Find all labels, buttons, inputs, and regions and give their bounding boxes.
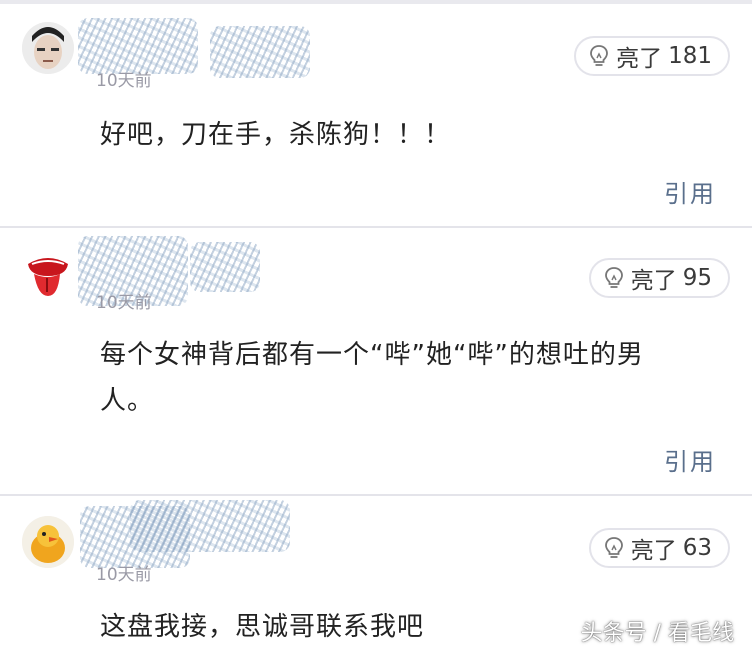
comment-time: 10天前	[96, 565, 152, 585]
comment-text: 好吧，刀在手，杀陈狗！！！	[100, 120, 452, 150]
blurred-username	[210, 26, 310, 78]
like-label: 亮了	[630, 538, 677, 564]
blurred-username	[190, 242, 260, 292]
comment-time: 10天前	[96, 71, 152, 91]
lightbulb-icon	[604, 537, 623, 558]
user-avatar[interactable]	[22, 22, 74, 74]
like-label: 亮了	[616, 46, 663, 72]
comment-time: 10天前	[96, 293, 152, 313]
comment-item: 10天前 亮了 181 好吧，刀在手，杀陈狗！！！ 引用	[0, 4, 752, 226]
male-face-avatar-icon	[22, 22, 74, 74]
comment-text: 每个女神背后都有一个“哔”她“哔”的想吐的男人。	[100, 340, 644, 416]
like-button[interactable]: 亮了 63	[588, 528, 730, 568]
like-count: 181	[668, 43, 712, 69]
watermark: 头条号 / 看毛线	[580, 621, 734, 646]
comment-item: 10天前 亮了 95 每个女神背后都有一个“哔”她“哔”的想吐的男人。 引用	[0, 228, 752, 494]
like-button[interactable]: 亮了 181	[574, 36, 730, 76]
orange-duck-avatar-icon	[22, 516, 74, 568]
like-count: 95	[682, 265, 712, 291]
lightbulb-icon	[590, 45, 608, 66]
lightbulb-icon	[604, 267, 623, 288]
like-button[interactable]: 亮了 95	[588, 258, 730, 298]
like-label: 亮了	[630, 268, 677, 294]
quote-button[interactable]: 引用	[664, 174, 716, 209]
quote-button[interactable]: 引用	[664, 442, 716, 477]
blurred-username	[130, 500, 290, 552]
red-tongue-logo-avatar-icon	[22, 246, 74, 298]
like-count: 63	[682, 535, 712, 561]
user-avatar[interactable]	[22, 246, 74, 298]
user-avatar[interactable]	[22, 516, 74, 568]
